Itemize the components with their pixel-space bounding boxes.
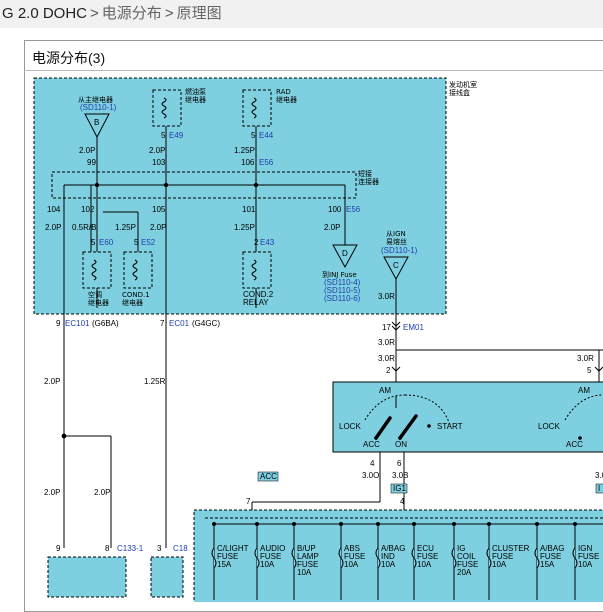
switch-terminal	[427, 424, 431, 428]
i-tag-label: I	[598, 484, 600, 493]
wire-size: 3.0R	[378, 292, 395, 301]
connector-em01: EM01	[403, 323, 424, 332]
switch-lock-label: LOCK	[339, 422, 361, 431]
pin-label: 101	[242, 205, 256, 214]
pin-label: 4	[400, 497, 405, 506]
switch-acc-label: ACC	[363, 440, 380, 449]
wire-size: 2.0P	[79, 146, 95, 155]
from-ign-ref: (SD110-1)	[381, 246, 418, 255]
to-inj-fuse-ref: (SD110-4) (SD110-5) (SD110-6)	[324, 278, 361, 303]
wire-size: 2.0P	[45, 223, 61, 232]
connector-e56: E56	[346, 205, 361, 214]
pin-label: 106	[241, 158, 255, 167]
connector-e44: E44	[259, 131, 274, 140]
switch-terminal	[374, 436, 378, 440]
splice-dot	[253, 182, 259, 188]
rad-relay	[242, 89, 272, 127]
cond1-relay	[123, 251, 153, 289]
pin-label: 7	[160, 319, 165, 328]
pin-label: 7	[246, 497, 251, 506]
pin-label: 104	[47, 205, 61, 214]
wire-size: 3.0R	[378, 338, 395, 347]
switch-am-label: AM	[379, 386, 391, 395]
ig1-tag-label: IG1	[393, 484, 406, 493]
wire-size: 3.0R	[577, 354, 594, 363]
connector-ec01: EC01	[169, 319, 190, 328]
connector-ec101: EC101	[65, 319, 90, 328]
wire-size: 2.0P	[44, 488, 60, 497]
pin-label: 103	[152, 158, 166, 167]
wire-size: 3.0B	[392, 471, 408, 480]
connector-e43: E43	[260, 238, 275, 247]
pin-label: 5	[587, 366, 592, 375]
pin-label: 6	[397, 459, 402, 468]
cond2-relay	[242, 251, 272, 289]
switch-terminal	[578, 436, 582, 440]
pin-label: 5	[251, 131, 256, 140]
pin-label: 2	[254, 238, 259, 247]
switch-on-label: ON	[395, 440, 407, 449]
wire-size: 3.0O	[362, 471, 379, 480]
pin-label: 8	[105, 544, 110, 553]
wire-size: 3.0	[595, 471, 603, 480]
wire-size: 1.25R	[144, 377, 166, 386]
wire-size: 2.0P	[150, 223, 166, 232]
connector-e52: E52	[141, 238, 156, 247]
pcm-module-box	[47, 556, 127, 598]
module-box	[150, 556, 184, 598]
splice-dot	[94, 182, 100, 188]
connector-c-label: C	[393, 261, 399, 270]
pin-label: 5	[134, 238, 139, 247]
connector-b-label: B	[94, 118, 99, 127]
fuel-pump-relay-label: 燃油泵继电器	[185, 87, 206, 104]
pin-label: 2	[386, 366, 391, 375]
connector-d-label: D	[342, 249, 348, 258]
switch-am-label: AM	[578, 386, 590, 395]
pin-label: 4	[370, 459, 375, 468]
engine-box-label: 发动机室接线盒	[449, 80, 477, 97]
connector-c18: C18	[173, 544, 188, 553]
acc-tag-label: ACC	[260, 472, 277, 481]
wire-size: 0.5R/B	[72, 223, 96, 232]
pin-label: 9	[56, 319, 61, 328]
ac-relay	[82, 251, 112, 289]
connector-e49: E49	[169, 131, 184, 140]
switch-lock-label: LOCK	[538, 422, 560, 431]
main-relay-ref: (SD110-1)	[80, 103, 117, 112]
wiring-diagram: 发动机室接线盒 从主继电器 (SD110-1) B 燃油泵继电器 5 E49 R…	[33, 77, 603, 602]
connector-e56: E56	[259, 158, 274, 167]
pin-label: 102	[81, 205, 95, 214]
splice-dot	[163, 182, 169, 188]
switch-acc-label: ACC	[566, 440, 583, 449]
wire-size: 1.25P	[234, 146, 255, 155]
pin-label: 5	[91, 238, 96, 247]
connector-type: (G6BA)	[92, 319, 119, 328]
pin-label: 17	[382, 323, 391, 332]
fuel-pump-relay	[152, 89, 182, 127]
wire-size: 1.25P	[115, 223, 136, 232]
pin-label: 100	[328, 205, 342, 214]
wire-size: 3.0R	[378, 354, 395, 363]
wire-size: 2.0P	[94, 488, 110, 497]
pin-label: 3	[157, 544, 162, 553]
pin-label: 99	[87, 158, 96, 167]
wire-size: 2.0P	[324, 223, 340, 232]
switch-terminal	[398, 436, 402, 440]
connector-e60: E60	[99, 238, 114, 247]
connector-type: (G4GC)	[192, 319, 220, 328]
from-ign-label: 从IGN 易熔丝	[386, 230, 407, 246]
pin-label: 105	[152, 205, 166, 214]
wire-size: 1.25P	[234, 223, 255, 232]
pin-label: 5	[161, 131, 166, 140]
pin-label: 9	[56, 544, 61, 553]
connector-c133: C133-1	[117, 544, 144, 553]
wire-size: 2.0P	[44, 377, 60, 386]
wire-size: 2.0P	[149, 146, 165, 155]
